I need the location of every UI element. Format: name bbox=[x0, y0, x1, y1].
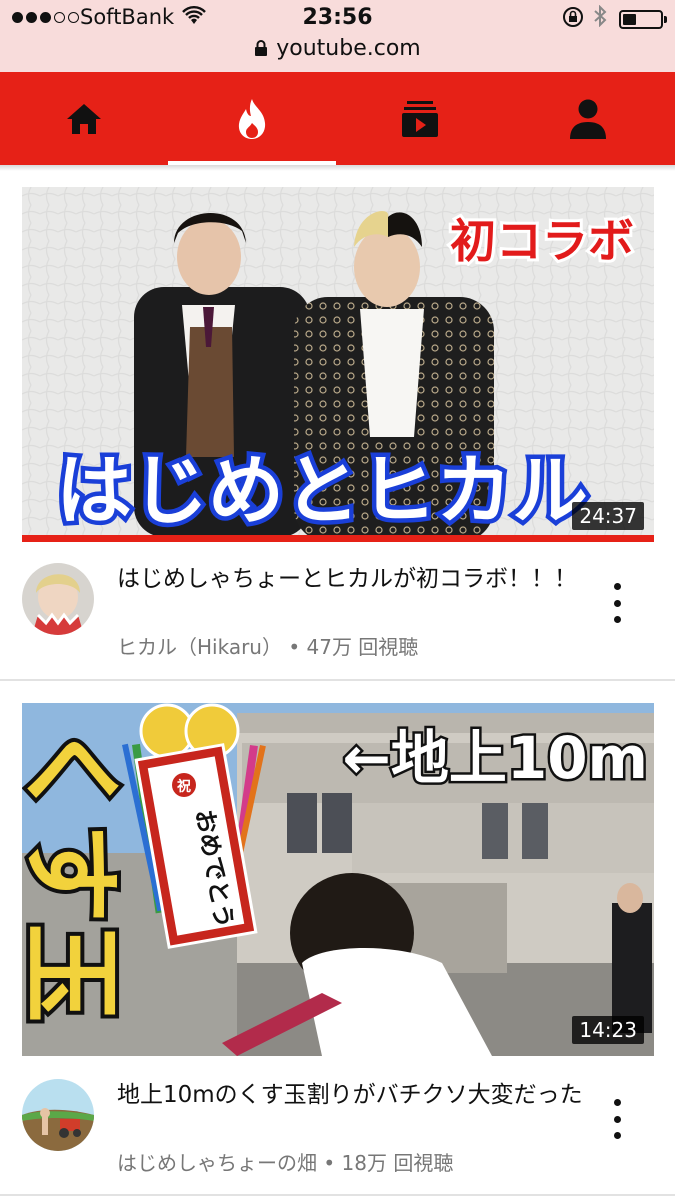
video-duration: 14:23 bbox=[572, 1016, 644, 1044]
tab-trending[interactable] bbox=[168, 72, 336, 165]
channel-avatar[interactable] bbox=[22, 1079, 94, 1151]
padlock-icon bbox=[254, 38, 268, 63]
channel-name[interactable]: はじめしゃちょーの畑 bbox=[117, 1151, 317, 1175]
thumbnail-image: 祝 おめでとう くす玉 ←地上10m bbox=[22, 703, 654, 1056]
channel-name[interactable]: ヒカル（Hikaru） bbox=[117, 635, 282, 659]
video-thumbnail[interactable]: 祝 おめでとう くす玉 ←地上10m 14:23 bbox=[22, 703, 654, 1056]
video-meta: はじめしゃちょーの畑 • 18万 回視聴 bbox=[117, 1147, 453, 1176]
status-bar: SoftBank 23:56 youtube.com bbox=[0, 0, 675, 72]
video-title[interactable]: 地上10mのくす玉割りがバチクソ大変だった bbox=[117, 1079, 587, 1111]
card-divider bbox=[0, 679, 675, 681]
more-options-button[interactable] bbox=[605, 1099, 629, 1139]
top-nav-bar bbox=[0, 72, 675, 165]
video-title[interactable]: はじめしゃちょーとヒカルが初コラボ！！！ bbox=[117, 563, 587, 595]
tab-home[interactable] bbox=[0, 72, 168, 165]
more-options-button[interactable] bbox=[605, 583, 629, 623]
bluetooth-icon bbox=[593, 4, 607, 32]
scroll-seal-text: 祝 bbox=[177, 778, 191, 795]
video-meta: ヒカル（Hikaru） • 47万 回視聴 bbox=[117, 631, 418, 660]
meta-separator: • bbox=[317, 1151, 342, 1175]
address-bar-url[interactable]: youtube.com bbox=[276, 36, 420, 61]
avatar-image bbox=[22, 1079, 94, 1151]
battery-icon bbox=[619, 10, 667, 29]
thumbnail-banner: ←地上10m bbox=[342, 724, 648, 792]
meta-separator: • bbox=[281, 635, 307, 659]
view-count: 47万 回視聴 bbox=[306, 635, 419, 659]
rotation-lock-icon bbox=[562, 6, 584, 33]
account-icon bbox=[570, 99, 606, 139]
video-thumbnail[interactable]: 初コラボ はじめとヒカル 24:37 bbox=[22, 187, 654, 542]
thumbnail-caption: はじめとヒカル bbox=[56, 446, 588, 535]
subscriptions-icon bbox=[402, 100, 438, 137]
thumbnail-image: 初コラボ はじめとヒカル bbox=[22, 187, 654, 542]
view-count: 18万 回視聴 bbox=[341, 1151, 454, 1175]
video-duration: 24:37 bbox=[572, 502, 644, 530]
nav-shadow bbox=[0, 165, 675, 171]
home-icon bbox=[67, 103, 101, 134]
card-divider bbox=[0, 1194, 675, 1196]
trending-icon bbox=[238, 98, 266, 139]
channel-avatar[interactable] bbox=[22, 563, 94, 635]
avatar-image bbox=[22, 563, 94, 635]
tab-account[interactable] bbox=[504, 72, 672, 165]
thumbnail-tag: 初コラボ bbox=[450, 214, 634, 268]
tab-subscriptions[interactable] bbox=[336, 72, 504, 165]
thumbnail-side-text: くす玉 bbox=[22, 723, 129, 1023]
